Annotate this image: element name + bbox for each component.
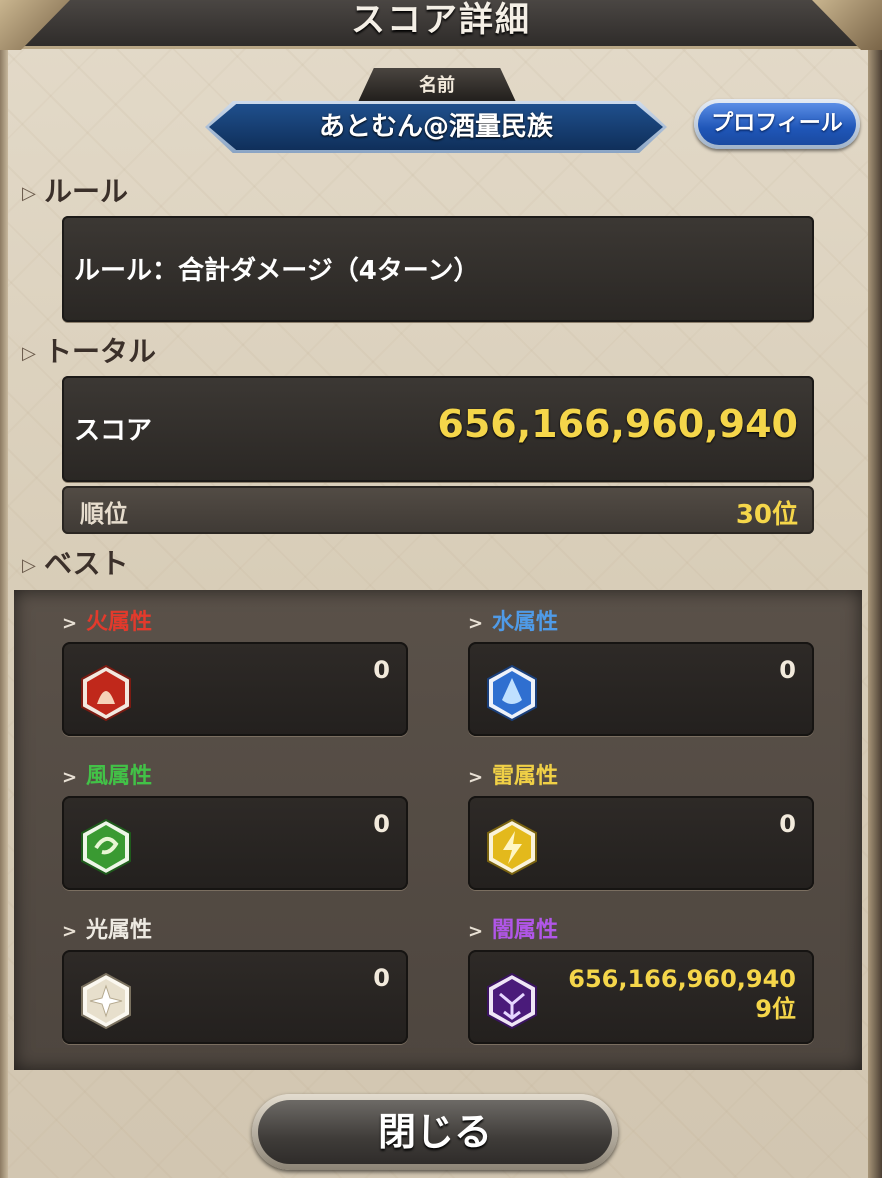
profile-button[interactable]: プロフィール <box>694 99 860 149</box>
element-thunder-value: 0 <box>779 810 796 838</box>
water-icon <box>487 664 537 722</box>
profile-button-label: プロフィール <box>698 103 856 145</box>
section-total-label: トータル <box>44 335 157 368</box>
element-fire-box: 0 <box>62 642 408 736</box>
rule-panel: ルール：合計ダメージ（4ターン） <box>62 216 814 322</box>
element-light-box: 0 <box>62 950 408 1044</box>
chevron-right-icon: ▷ <box>22 554 36 576</box>
rank-label: 順位 <box>80 500 128 528</box>
element-wind-heading: > 風属性 <box>62 758 152 790</box>
score-label: スコア <box>74 416 153 446</box>
wind-icon <box>81 818 131 876</box>
name-tag-label: 名前 <box>358 68 516 102</box>
element-dark-box: 656,166,960,940 9位 <box>468 950 814 1044</box>
close-button[interactable]: 閉じる <box>252 1094 618 1170</box>
chevron-right-icon: > <box>468 613 484 634</box>
element-water-heading: > 水属性 <box>468 604 558 636</box>
element-light-label: 光属性 <box>86 918 153 943</box>
chevron-right-icon: > <box>468 921 484 942</box>
score-panel: スコア 656,166,960,940 <box>62 376 814 482</box>
element-water-box: 0 <box>468 642 814 736</box>
section-best-heading: ▷ ベスト <box>22 542 129 582</box>
right-border <box>868 30 882 1178</box>
fire-icon <box>81 664 131 722</box>
chevron-right-icon: > <box>62 767 78 788</box>
rank-panel: 順位 30位 <box>62 486 814 534</box>
left-border <box>0 30 8 1178</box>
score-value: 656,166,960,940 <box>437 402 798 446</box>
element-fire-value: 0 <box>373 656 390 684</box>
dark-icon <box>487 972 537 1030</box>
element-fire-label: 火属性 <box>86 610 153 635</box>
chevron-right-icon: ▷ <box>22 342 36 364</box>
element-thunder-heading: > 雷属性 <box>468 758 558 790</box>
element-wind-box: 0 <box>62 796 408 890</box>
element-dark-values: 656,166,960,940 9位 <box>568 964 796 1024</box>
element-thunder-box: 0 <box>468 796 814 890</box>
light-icon <box>81 972 131 1030</box>
section-total-heading: ▷ トータル <box>22 330 156 370</box>
element-dark-heading: > 闇属性 <box>468 912 558 944</box>
close-button-label: 閉じる <box>258 1100 612 1164</box>
element-light-value: 0 <box>373 964 390 992</box>
element-water-value: 0 <box>779 656 796 684</box>
chevron-right-icon: ▷ <box>22 182 36 204</box>
element-dark-rank: 9位 <box>755 995 796 1023</box>
chevron-right-icon: > <box>468 767 484 788</box>
element-light-heading: > 光属性 <box>62 912 152 944</box>
player-name: あとむん@酒量民族 <box>209 104 663 150</box>
element-wind-value: 0 <box>373 810 390 838</box>
element-thunder-label: 雷属性 <box>492 764 559 789</box>
dialog-title: スコア詳細 <box>351 0 531 40</box>
chevron-right-icon: > <box>62 921 78 942</box>
score-detail-dialog: スコア詳細 名前 あとむん@酒量民族 プロフィール ▷ ルール ルール：合計ダメー… <box>0 0 882 1178</box>
section-rule-label: ルール <box>44 175 129 208</box>
element-dark-label: 闇属性 <box>492 918 559 943</box>
element-water-label: 水属性 <box>492 610 559 635</box>
thunder-icon <box>487 818 537 876</box>
element-wind-label: 風属性 <box>86 764 153 789</box>
rule-text: ルール：合計ダメージ（4ターン） <box>74 256 480 286</box>
element-fire-heading: > 火属性 <box>62 604 152 636</box>
title-bar: スコア詳細 <box>0 0 882 50</box>
section-rule-heading: ▷ ルール <box>22 170 128 210</box>
chevron-right-icon: > <box>62 613 78 634</box>
rank-value: 30位 <box>735 500 798 530</box>
element-dark-value: 656,166,960,940 <box>568 965 796 993</box>
section-best-label: ベスト <box>44 547 129 580</box>
